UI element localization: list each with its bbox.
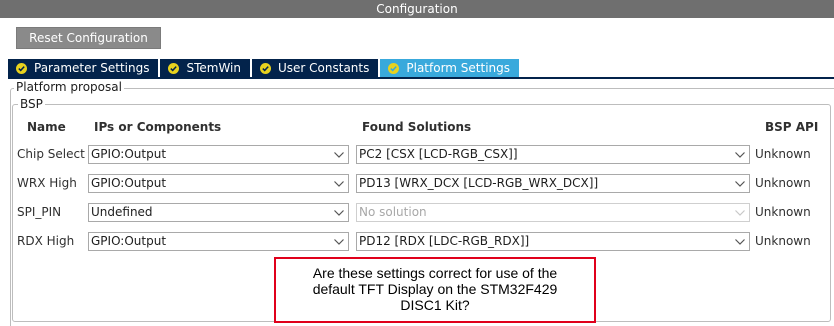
- callout-line: Are these settings correct for use of th…: [312, 265, 558, 281]
- solution-select-value: No solution: [359, 205, 427, 219]
- platform-proposal-legend: Platform proposal: [14, 80, 124, 94]
- tab-user-constants[interactable]: User Constants: [252, 59, 379, 77]
- tab-label: Platform Settings: [406, 61, 511, 75]
- reset-configuration-button[interactable]: Reset Configuration: [16, 27, 161, 49]
- row-name-rdx-high: RDX High: [17, 234, 75, 248]
- tab-label: STemWin: [186, 61, 241, 75]
- solution-select-value: PD12 [RDX [LDC-RGB_RDX]]: [359, 234, 530, 248]
- window-title: Configuration: [0, 0, 834, 18]
- ip-select[interactable]: GPIO:Output: [88, 174, 349, 193]
- solution-select[interactable]: PC2 [CSX [LCD-RGB_CSX]]: [356, 145, 750, 164]
- bsp-api-value: Unknown: [755, 147, 811, 161]
- bsp-api-value: Unknown: [755, 176, 811, 190]
- solution-select-value: PD13 [WRX_DCX [LCD-RGB_WRX_DCX]]: [359, 176, 599, 190]
- ip-select-value: GPIO:Output: [91, 147, 167, 161]
- row-name-chip-select: Chip Select: [17, 147, 85, 161]
- callout-line: DISC1 Kit?: [400, 297, 470, 313]
- column-header-bsp-api: BSP API: [765, 120, 819, 134]
- ip-select[interactable]: GPIO:Output: [88, 145, 349, 164]
- solution-select[interactable]: PD12 [RDX [LDC-RGB_RDX]]: [356, 232, 750, 251]
- ip-select-value: GPIO:Output: [91, 234, 167, 248]
- tab-bar: Parameter Settings STemWin User Constant…: [8, 59, 521, 77]
- tab-platform-settings[interactable]: Platform Settings: [380, 59, 520, 77]
- ip-select[interactable]: GPIO:Output: [88, 232, 349, 251]
- chevron-down-icon: [735, 181, 745, 187]
- tab-label: User Constants: [278, 61, 370, 75]
- bsp-api-value: Unknown: [755, 205, 811, 219]
- solution-select-disabled: No solution: [356, 203, 750, 222]
- chevron-down-icon: [334, 152, 344, 158]
- bsp-legend: BSP: [18, 97, 45, 111]
- question-callout: Are these settings correct for use of th…: [274, 257, 596, 323]
- tab-label: Parameter Settings: [34, 61, 150, 75]
- bsp-api-value: Unknown: [755, 234, 811, 248]
- row-name-spi-pin: SPI_PIN: [17, 205, 62, 219]
- callout-line: default TFT Display on the STM32F429: [312, 281, 558, 297]
- chevron-down-icon: [735, 152, 745, 158]
- check-circle-icon: [388, 62, 400, 74]
- chevron-down-icon: [334, 181, 344, 187]
- ip-select[interactable]: Undefined: [88, 203, 349, 222]
- column-header-name: Name: [27, 120, 66, 134]
- ip-select-value: Undefined: [91, 205, 153, 219]
- chevron-down-icon: [334, 210, 344, 216]
- column-header-found-solutions: Found Solutions: [362, 120, 472, 134]
- tab-underline: [8, 77, 834, 79]
- solution-select[interactable]: PD13 [WRX_DCX [LCD-RGB_WRX_DCX]]: [356, 174, 750, 193]
- tab-stemwin[interactable]: STemWin: [160, 59, 250, 77]
- column-header-ips: IPs or Components: [94, 120, 222, 134]
- check-circle-icon: [16, 62, 27, 74]
- tab-parameter-settings[interactable]: Parameter Settings: [8, 59, 159, 77]
- chevron-down-icon: [334, 239, 344, 245]
- chevron-down-icon: [735, 210, 745, 216]
- chevron-down-icon: [735, 239, 745, 245]
- check-circle-icon: [168, 62, 180, 74]
- solution-select-value: PC2 [CSX [LCD-RGB_CSX]]: [359, 147, 518, 161]
- row-name-wrx-high: WRX High: [17, 176, 77, 190]
- check-circle-icon: [260, 62, 271, 74]
- ip-select-value: GPIO:Output: [91, 176, 167, 190]
